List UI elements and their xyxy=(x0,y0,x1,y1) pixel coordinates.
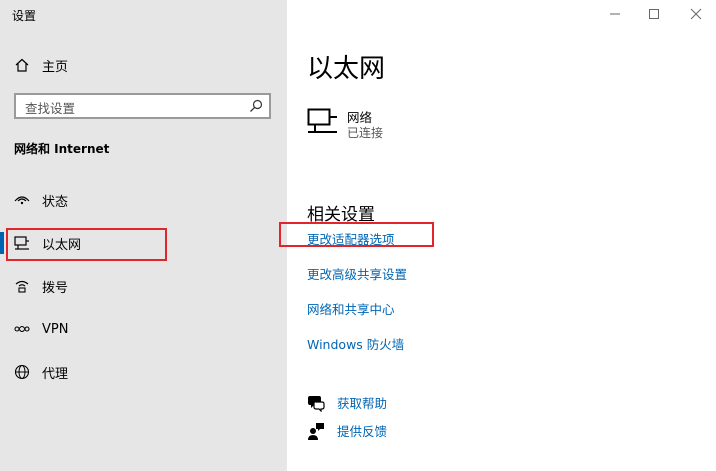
search-input[interactable]: 查找设置 xyxy=(14,93,271,119)
search-placeholder: 查找设置 xyxy=(25,101,76,116)
maximize-button[interactable] xyxy=(644,4,664,24)
status-icon xyxy=(14,192,30,208)
maximize-icon xyxy=(649,9,659,19)
sidebar-item-dialup[interactable]: 拨号 xyxy=(0,268,287,304)
help-chat-icon xyxy=(308,395,325,412)
feedback-link[interactable]: 提供反馈 xyxy=(337,421,387,440)
get-help-link[interactable]: 获取帮助 xyxy=(337,393,387,412)
windows-firewall-link[interactable]: Windows 防火墙 xyxy=(307,334,404,353)
network-monitor-icon xyxy=(307,108,337,133)
close-icon xyxy=(690,8,702,20)
sidebar-item-label: 代理 xyxy=(42,366,69,382)
app-title: 设置 xyxy=(12,9,37,23)
feedback-icon xyxy=(308,422,324,440)
advanced-sharing-link[interactable]: 更改高级共享设置 xyxy=(307,264,407,283)
sidebar-item-status[interactable]: 状态 xyxy=(0,182,287,218)
network-sharing-center-link[interactable]: 网络和共享中心 xyxy=(307,299,395,318)
get-help-row[interactable]: 获取帮助 xyxy=(307,393,387,412)
close-button[interactable] xyxy=(686,4,706,24)
sidebar-item-label: 拨号 xyxy=(42,280,69,296)
sidebar-item-label: 主页 xyxy=(42,59,69,75)
sidebar-item-proxy[interactable]: 代理 xyxy=(0,354,287,390)
sidebar: 设置 主页 查找设置 网络和 Internet 状态 以太网 拨号 VPN 代理 xyxy=(0,0,287,471)
minimize-icon xyxy=(610,13,620,15)
highlight-box-ethernet xyxy=(6,228,167,261)
dialup-icon xyxy=(14,278,30,294)
sidebar-item-label: 状态 xyxy=(42,194,69,210)
main-panel: 以太网 网络 已连接 相关设置 更改适配器选项 更改高级共享设置 网络和共享中心… xyxy=(279,0,716,471)
vpn-icon xyxy=(14,321,30,337)
feedback-row[interactable]: 提供反馈 xyxy=(307,421,387,440)
sidebar-item-home[interactable]: 主页 xyxy=(0,47,287,83)
page-title: 以太网 xyxy=(307,54,386,84)
minimize-button[interactable] xyxy=(605,4,625,24)
section-heading: 网络和 Internet xyxy=(14,142,110,156)
sidebar-item-vpn[interactable]: VPN xyxy=(0,311,287,347)
network-status: 已连接 xyxy=(347,126,384,140)
highlight-box-adapter xyxy=(279,222,434,247)
search-icon xyxy=(250,99,263,112)
sidebar-item-label: VPN xyxy=(42,321,69,337)
home-icon xyxy=(14,57,30,73)
globe-icon xyxy=(14,364,30,380)
